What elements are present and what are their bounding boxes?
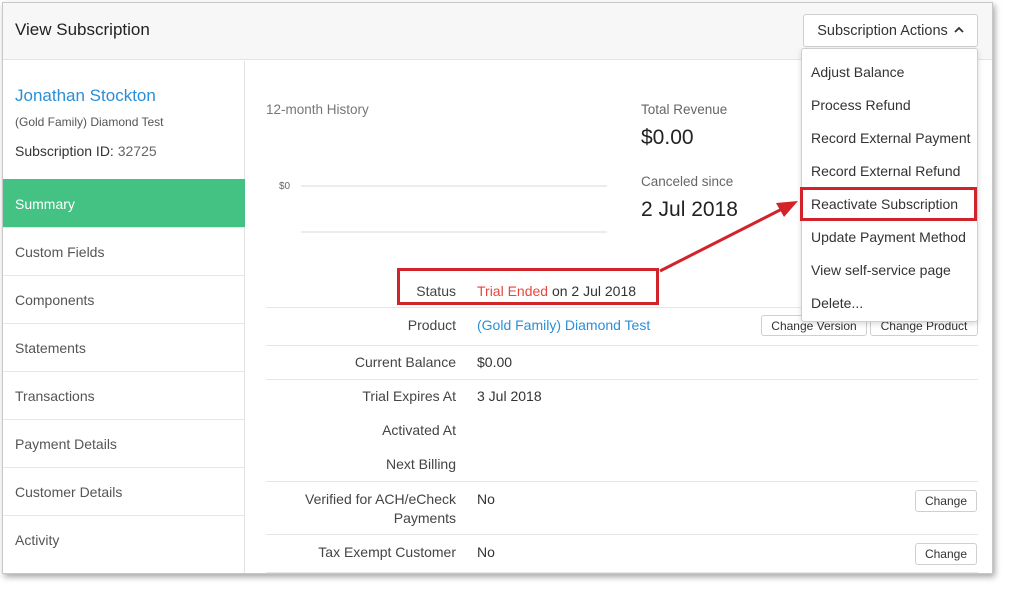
- trial-expires-value: 3 Jul 2018: [477, 388, 542, 404]
- status-value: Trial Ended on 2 Jul 2018: [477, 282, 636, 301]
- status-date: on 2 Jul 2018: [548, 283, 637, 299]
- sidebar-item-activity[interactable]: Activity: [3, 515, 245, 563]
- product-value: (Gold Family) Diamond Test: [477, 316, 650, 335]
- chevron-up-icon: [954, 26, 964, 33]
- sidebar-item-summary[interactable]: Summary: [3, 179, 245, 227]
- current-balance-value: $0.00: [477, 354, 513, 370]
- status-text: Trial Ended: [477, 283, 549, 299]
- total-revenue-label: Total Revenue: [641, 102, 728, 117]
- ach-row: Verified for ACH/eCheck Payments No Chan…: [266, 482, 978, 535]
- menu-item-adjust-balance[interactable]: Adjust Balance: [811, 64, 904, 80]
- plan-name: (Gold Family) Diamond Test: [15, 115, 164, 129]
- sidebar-nav: Summary Custom Fields Components Stateme…: [3, 179, 245, 563]
- subscription-actions-label: Subscription Actions: [817, 22, 948, 39]
- total-revenue-value: $0.00: [641, 126, 694, 149]
- sidebar-item-statements[interactable]: Statements: [3, 323, 245, 371]
- current-balance-row: Current Balance $0.00: [266, 346, 978, 380]
- tax-exempt-value: No: [477, 544, 495, 560]
- activated-row: Activated At: [266, 414, 978, 448]
- menu-item-record-external-payment[interactable]: Record External Payment: [811, 130, 971, 146]
- sidebar-item-transactions[interactable]: Transactions: [3, 371, 245, 419]
- subscription-id: Subscription ID: 32725: [15, 143, 157, 159]
- sidebar-item-components[interactable]: Components: [3, 275, 245, 323]
- tax-exempt-row: Tax Exempt Customer No Change: [266, 535, 978, 573]
- customer-name-link[interactable]: Jonathan Stockton: [15, 86, 156, 106]
- page-title: View Subscription: [15, 20, 150, 39]
- ach-value: No: [477, 491, 495, 507]
- chart-tick-label: $0: [279, 181, 291, 192]
- history-label: 12-month History: [266, 102, 369, 117]
- tax-exempt-label: Tax Exempt Customer: [318, 544, 456, 560]
- ach-label: Verified for ACH/eCheck Payments: [266, 490, 456, 528]
- ach-label-line-2: Payments: [393, 510, 456, 526]
- sidebar-item-customer-details[interactable]: Customer Details: [3, 467, 245, 515]
- trial-expires-row: Trial Expires At 3 Jul 2018: [266, 380, 978, 414]
- canceled-since-value: 2 Jul 2018: [641, 198, 738, 221]
- next-billing-label: Next Billing: [385, 456, 456, 472]
- subscription-actions-menu: Adjust Balance Process Refund Record Ext…: [801, 48, 978, 322]
- menu-item-process-refund[interactable]: Process Refund: [811, 97, 911, 113]
- menu-item-record-external-refund[interactable]: Record External Refund: [811, 163, 960, 179]
- menu-item-reactivate-subscription[interactable]: Reactivate Subscription: [811, 196, 958, 212]
- change-ach-button[interactable]: Change: [915, 490, 977, 512]
- sidebar-item-custom-fields[interactable]: Custom Fields: [3, 227, 245, 275]
- menu-item-delete[interactable]: Delete...: [811, 295, 863, 311]
- next-billing-row: Next Billing: [266, 448, 978, 482]
- trial-expires-label: Trial Expires At: [362, 388, 456, 404]
- ach-label-line-1: Verified for ACH/eCheck: [305, 491, 456, 507]
- status-label: Status: [416, 283, 456, 299]
- sidebar: Jonathan Stockton (Gold Family) Diamond …: [3, 61, 245, 573]
- change-tax-exempt-button[interactable]: Change: [915, 543, 977, 565]
- subscription-id-value: 32725: [117, 143, 157, 159]
- subscription-id-label: Subscription ID:: [15, 143, 114, 159]
- product-label: Product: [407, 317, 456, 333]
- subscription-actions-button[interactable]: Subscription Actions: [803, 14, 978, 47]
- canceled-since-label: Canceled since: [641, 174, 734, 189]
- sidebar-item-payment-details[interactable]: Payment Details: [3, 419, 245, 467]
- menu-item-view-self-service-page[interactable]: View self-service page: [811, 262, 951, 278]
- history-chart: $0: [279, 181, 607, 233]
- menu-item-update-payment-method[interactable]: Update Payment Method: [811, 229, 966, 245]
- product-link[interactable]: (Gold Family) Diamond Test: [477, 317, 650, 333]
- current-balance-label: Current Balance: [354, 354, 456, 370]
- activated-label: Activated At: [382, 422, 456, 438]
